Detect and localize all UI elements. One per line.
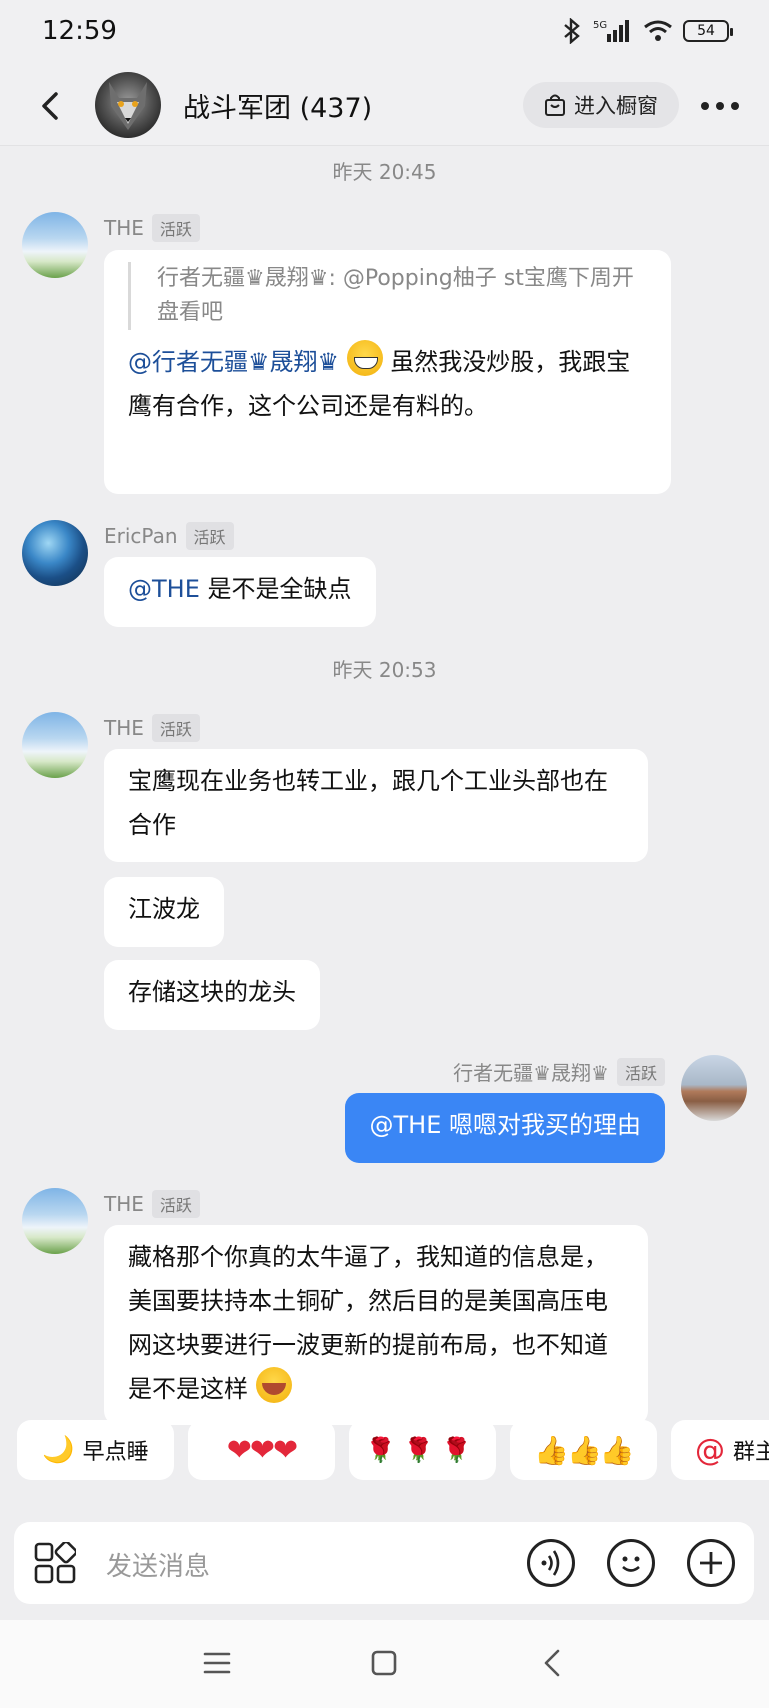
add-button[interactable] bbox=[687, 1539, 735, 1587]
sender-name[interactable]: THE bbox=[104, 1192, 144, 1216]
at-icon: @ bbox=[695, 1432, 725, 1468]
quick-reply-label: 早点睡 bbox=[82, 1440, 149, 1465]
message-input[interactable]: 发送消息 bbox=[106, 1546, 210, 1583]
more-dot bbox=[716, 102, 724, 110]
more-dot bbox=[701, 102, 709, 110]
more-options-button[interactable] bbox=[696, 88, 744, 124]
mention[interactable]: @THE bbox=[369, 1111, 441, 1139]
message-text: 江波龙 bbox=[128, 895, 200, 923]
active-badge: 活跃 bbox=[151, 1190, 200, 1218]
grin-emoji-icon bbox=[346, 340, 383, 376]
sender-info: 行者无疆♛晟翔♛ 活跃 bbox=[453, 1057, 665, 1086]
sender-name[interactable]: THE bbox=[104, 716, 144, 740]
group-title[interactable]: 战斗军团 (437) bbox=[183, 86, 372, 125]
quick-reply-chip[interactable]: 👍👍👍 bbox=[510, 1420, 657, 1480]
shopping-bag-icon bbox=[545, 94, 565, 116]
message-input-bar: 发送消息 bbox=[14, 1522, 754, 1604]
back-button[interactable] bbox=[30, 86, 70, 126]
message-bubble[interactable]: 藏格那个你真的太牛逼了，我知道的信息是，美国要扶持本土铜矿，然后目的是美国高压电… bbox=[104, 1225, 648, 1425]
apps-grid-icon[interactable] bbox=[34, 1542, 76, 1584]
sender-info: THE 活跃 bbox=[104, 214, 200, 242]
system-nav-bar bbox=[0, 1620, 769, 1708]
message-text: 嗯嗯对我买的理由 bbox=[441, 1111, 641, 1139]
message-bubble[interactable]: 江波龙 bbox=[104, 877, 224, 947]
emoji-button[interactable] bbox=[607, 1539, 655, 1587]
bluetooth-icon bbox=[564, 18, 580, 44]
menu-icon[interactable] bbox=[202, 1650, 232, 1676]
status-time: 12:59 bbox=[42, 16, 117, 46]
voice-icon bbox=[541, 1550, 560, 1576]
avatar[interactable] bbox=[22, 212, 88, 278]
more-dot bbox=[731, 102, 739, 110]
timestamp: 昨天 20:53 bbox=[332, 658, 437, 682]
active-badge: 活跃 bbox=[185, 522, 234, 550]
mention[interactable]: @行者无疆♛晟翔♛ bbox=[128, 348, 339, 376]
quick-reply-chip[interactable]: 🌹🌹🌹 bbox=[349, 1420, 496, 1480]
roses-icon: 🌹🌹🌹 bbox=[365, 1436, 480, 1464]
message-bubble[interactable]: 存储这块的龙头 bbox=[104, 960, 320, 1030]
showcase-button[interactable]: 进入橱窗 bbox=[523, 82, 679, 128]
my-message-bubble[interactable]: @THE 嗯嗯对我买的理由 bbox=[345, 1093, 665, 1163]
message-text: 存储这块的龙头 bbox=[128, 978, 296, 1006]
my-avatar[interactable] bbox=[681, 1055, 747, 1121]
hearts-icon: ❤❤❤ bbox=[226, 1432, 298, 1468]
message-text: 藏格那个你真的太牛逼了，我知道的信息是，美国要扶持本土铜矿，然后目的是美国高压电… bbox=[128, 1243, 608, 1403]
status-bar: 12:59 5G 54 bbox=[0, 0, 769, 66]
avatar[interactable] bbox=[22, 712, 88, 778]
sender-info: THE 活跃 bbox=[104, 1190, 200, 1218]
smiley-icon bbox=[622, 1556, 640, 1572]
voice-button[interactable] bbox=[527, 1539, 575, 1587]
timestamp: 昨天 20:45 bbox=[332, 160, 437, 184]
plus-icon bbox=[700, 1552, 722, 1574]
sender-info: EricPan 活跃 bbox=[104, 522, 234, 550]
active-badge: 活跃 bbox=[151, 714, 200, 742]
sender-info: THE 活跃 bbox=[104, 714, 200, 742]
quick-reply-label: 群主 bbox=[733, 1440, 769, 1465]
laughing-emoji-icon bbox=[255, 1367, 292, 1403]
message-bubble[interactable]: 行者无疆♛晟翔♛: @Popping柚子 st宝鹰下周开盘看吧 @行者无疆♛晟翔… bbox=[104, 250, 671, 494]
mention[interactable]: @THE bbox=[128, 575, 200, 603]
active-badge: 活跃 bbox=[616, 1057, 665, 1086]
wifi-icon bbox=[644, 20, 672, 41]
nav-back-icon[interactable] bbox=[539, 1648, 565, 1678]
svg-text:5G: 5G bbox=[593, 20, 607, 31]
sender-name[interactable]: EricPan bbox=[104, 524, 178, 548]
message-text: 宝鹰现在业务也转工业，跟几个工业头部也在合作 bbox=[128, 767, 608, 839]
home-icon[interactable] bbox=[370, 1649, 398, 1677]
quick-reply-chip[interactable]: 🌙 早点睡 bbox=[17, 1420, 174, 1480]
avatar[interactable] bbox=[22, 520, 88, 586]
group-avatar[interactable] bbox=[95, 72, 161, 138]
chat-header: 战斗军团 (437) 进入橱窗 bbox=[0, 66, 769, 146]
avatar[interactable] bbox=[22, 1188, 88, 1254]
message-text: 是不是全缺点 bbox=[199, 575, 352, 603]
quick-reply-bar: 🌙 早点睡 ❤❤❤ 🌹🌹🌹 👍👍👍 @ 群主 bbox=[0, 1420, 769, 1482]
sender-name[interactable]: 行者无疆♛晟翔♛ bbox=[453, 1057, 609, 1086]
thumbs-up-icon: 👍👍👍 bbox=[534, 1433, 635, 1467]
showcase-label: 进入橱窗 bbox=[574, 94, 658, 118]
quick-reply-chip[interactable]: ❤❤❤ bbox=[188, 1420, 335, 1480]
battery-icon: 54 bbox=[683, 20, 733, 42]
message-bubble[interactable]: 宝鹰现在业务也转工业，跟几个工业头部也在合作 bbox=[104, 749, 648, 862]
sender-name[interactable]: THE bbox=[104, 216, 144, 240]
moon-icon: 🌙 bbox=[42, 1435, 75, 1465]
quoted-message[interactable]: 行者无疆♛晟翔♛: @Popping柚子 st宝鹰下周开盘看吧 bbox=[128, 262, 647, 330]
active-badge: 活跃 bbox=[151, 214, 200, 242]
signal-icon: 5G bbox=[593, 20, 629, 42]
status-icons: 5G 54 bbox=[561, 18, 733, 44]
quick-reply-chip[interactable]: @ 群主 bbox=[671, 1420, 769, 1480]
wolf-icon bbox=[109, 82, 147, 130]
message-bubble[interactable]: @THE 是不是全缺点 bbox=[104, 557, 376, 627]
